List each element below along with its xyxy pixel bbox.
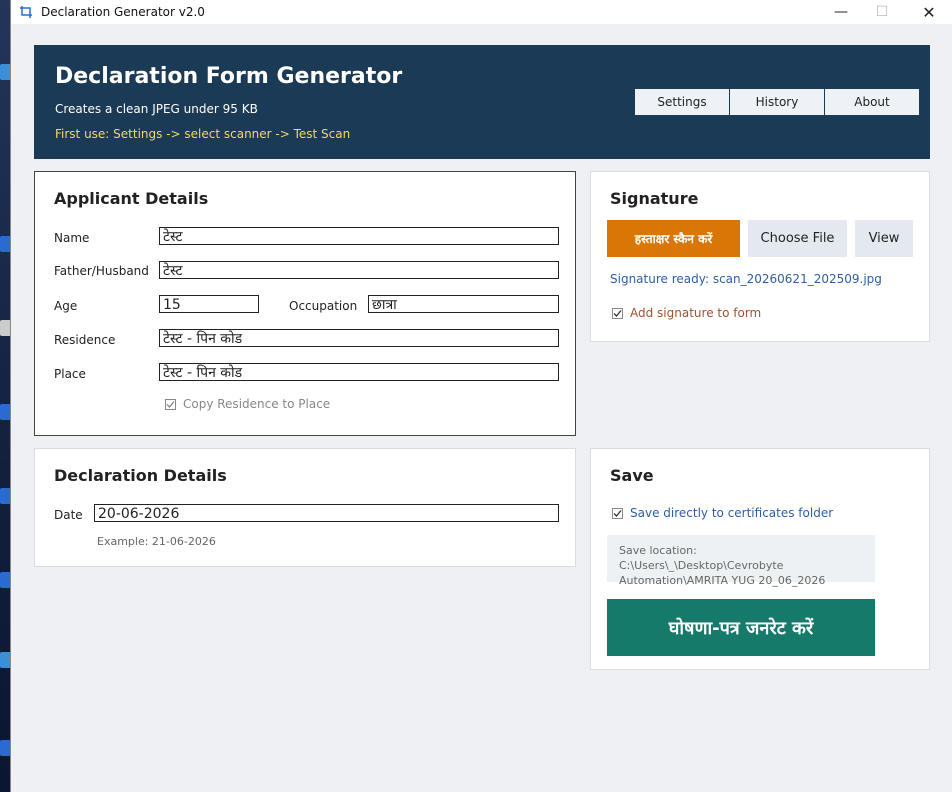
- save-location-line1: Save location: C:\Users\_\Desktop\Cevrob…: [619, 544, 784, 572]
- applicant-details-panel: Applicant Details Name टेस्ट Father/Husb…: [34, 171, 576, 436]
- page-subtitle: Creates a clean JPEG under 95 KB: [55, 102, 258, 116]
- date-field[interactable]: 20-06-2026: [94, 504, 559, 522]
- checkmark-icon: [165, 398, 176, 410]
- save-direct-label: Save directly to certificates folder: [630, 506, 834, 520]
- page-title: Declaration Form Generator: [55, 64, 403, 89]
- date-label: Date: [54, 508, 83, 522]
- signature-status: Signature ready: scan_20260621_202509.jp…: [610, 272, 882, 286]
- copy-residence-label: Copy Residence to Place: [183, 397, 331, 411]
- scan-signature-button[interactable]: हस्ताक्षर स्कैन करें: [607, 220, 740, 257]
- residence-label: Residence: [54, 333, 116, 347]
- applicant-details-title: Applicant Details: [54, 189, 209, 208]
- place-field[interactable]: टेस्ट - पिन कोड: [159, 363, 559, 381]
- father-husband-field[interactable]: टेस्ट: [159, 261, 559, 279]
- choose-file-button[interactable]: Choose File: [748, 220, 847, 257]
- age-label: Age: [54, 299, 78, 313]
- name-label: Name: [54, 231, 90, 245]
- maximize-icon[interactable]: ☐: [859, 0, 905, 24]
- occupation-label: Occupation: [289, 299, 358, 313]
- title-bar: Declaration Generator v2.0 — ☐ ✕: [11, 0, 952, 24]
- view-button[interactable]: View: [855, 220, 913, 257]
- father-husband-label: Father/Husband: [54, 264, 149, 278]
- generate-declaration-button[interactable]: घोषणा-पत्र जनरेट करें: [607, 599, 875, 656]
- save-title: Save: [610, 466, 654, 485]
- place-label: Place: [54, 367, 86, 381]
- add-signature-label: Add signature to form: [630, 306, 762, 320]
- save-panel: Save Save directly to certificates folde…: [590, 448, 930, 670]
- header-banner: Declaration Form Generator Creates a cle…: [34, 45, 930, 159]
- save-location-line2: Automation\AMRITA YUG 20_06_2026: [619, 574, 826, 587]
- about-button[interactable]: About: [825, 89, 919, 115]
- minimize-icon[interactable]: —: [818, 0, 864, 24]
- settings-button[interactable]: Settings: [635, 89, 729, 115]
- close-icon[interactable]: ✕: [906, 0, 952, 24]
- declaration-details-title: Declaration Details: [54, 466, 227, 485]
- signature-panel: Signature हस्ताक्षर स्कैन करें Choose Fi…: [590, 171, 930, 342]
- occupation-field[interactable]: छात्रा: [368, 295, 559, 313]
- copy-residence-checkbox[interactable]: Copy Residence to Place: [165, 397, 330, 411]
- signature-title: Signature: [610, 189, 699, 208]
- window-title: Declaration Generator v2.0: [41, 5, 205, 19]
- name-field[interactable]: टेस्ट: [159, 227, 559, 245]
- checkmark-icon: [612, 507, 623, 519]
- age-field[interactable]: 15: [159, 295, 259, 313]
- add-signature-checkbox[interactable]: Add signature to form: [612, 306, 761, 320]
- declaration-details-panel: Declaration Details Date 20-06-2026 Exam…: [34, 448, 576, 567]
- save-direct-checkbox[interactable]: Save directly to certificates folder: [612, 506, 833, 520]
- app-icon: [20, 6, 32, 18]
- residence-field[interactable]: टेस्ट - पिन कोड: [159, 329, 559, 347]
- save-location: Save location: C:\Users\_\Desktop\Cevrob…: [607, 535, 875, 587]
- first-use-hint: First use: Settings -> select scanner ->…: [55, 127, 351, 141]
- history-button[interactable]: History: [730, 89, 824, 115]
- date-example: Example: 21-06-2026: [97, 535, 216, 548]
- app-window: Declaration Generator v2.0 — ☐ ✕ Declara…: [10, 0, 952, 792]
- checkmark-icon: [612, 307, 623, 319]
